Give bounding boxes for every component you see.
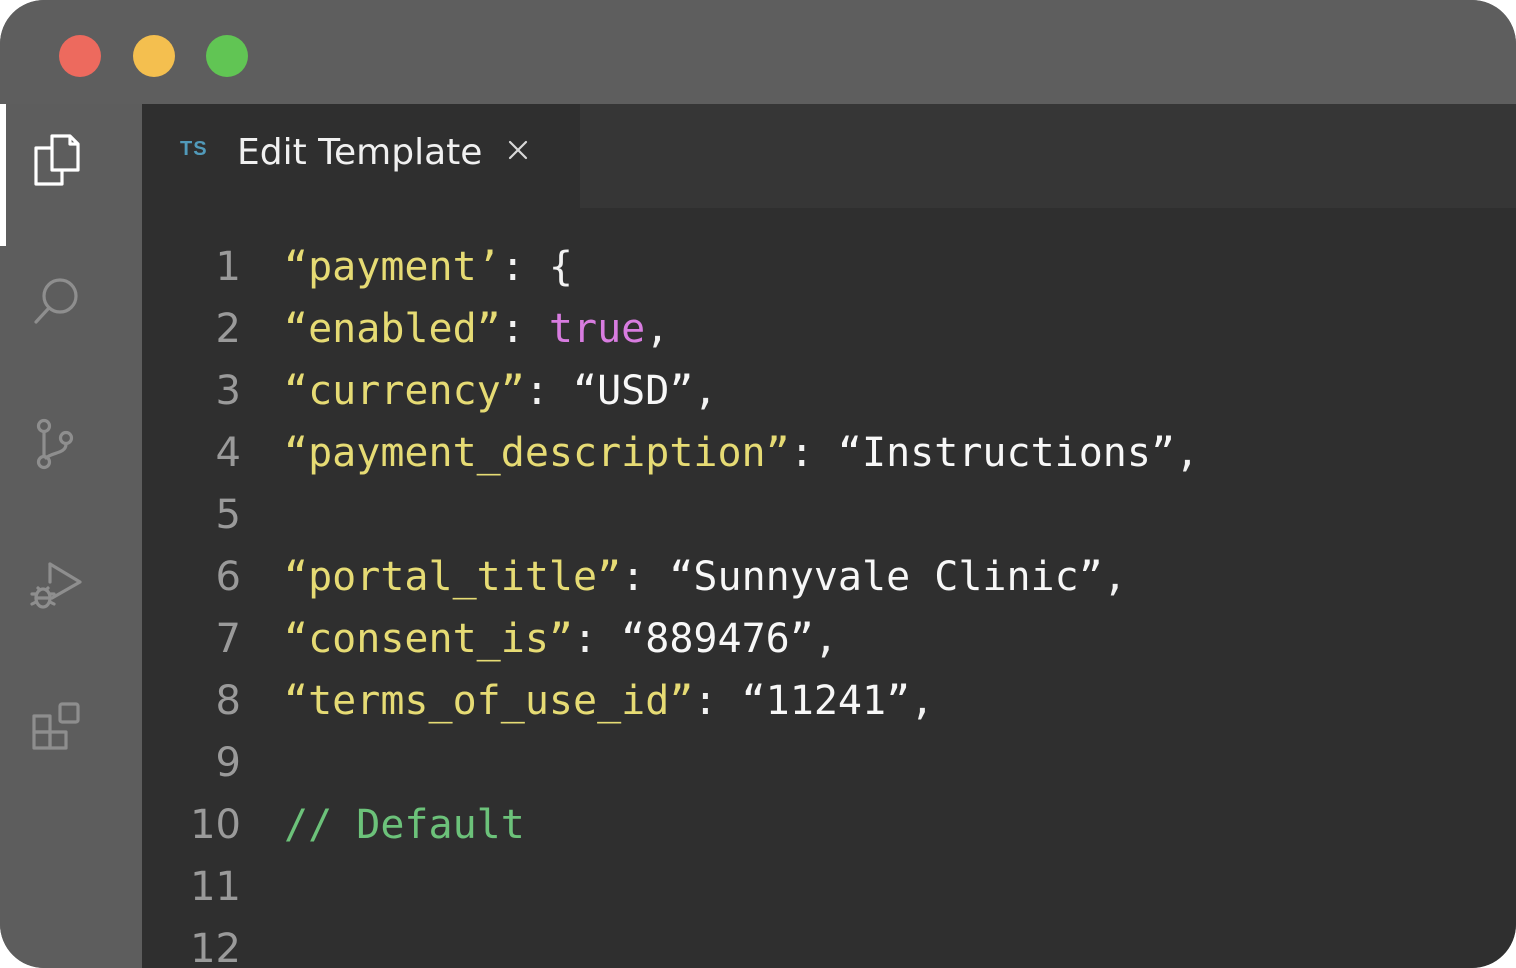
line-number: 10	[190, 802, 241, 848]
json-key: “consent_is”	[284, 616, 573, 662]
json-punct: :	[621, 554, 670, 600]
code-line: 4 “payment_description”: “Instructions”,	[142, 430, 1516, 492]
code-line: 8 “terms_of_use_id”: “11241”,	[142, 678, 1516, 740]
code-line: 10 // Default	[142, 802, 1516, 864]
files-icon[interactable]	[26, 130, 86, 190]
line-number: 9	[215, 740, 241, 786]
code-line: 7 “consent_is”: “889476”,	[142, 616, 1516, 678]
code-line: 9	[142, 740, 1516, 802]
json-punct: : {	[500, 244, 573, 290]
line-number: 6	[215, 554, 241, 600]
json-punct: :	[572, 616, 622, 662]
minimize-window-button[interactable]	[133, 35, 175, 77]
line-number: 5	[215, 492, 241, 538]
json-key: “payment_description”	[284, 430, 790, 476]
close-window-button[interactable]	[59, 35, 101, 77]
line-number: 2	[215, 306, 241, 352]
code-line: 6 “portal_title”: “Sunnyvale Clinic”,	[142, 554, 1516, 616]
json-string: “11241”	[741, 678, 911, 724]
json-punct: ,	[813, 616, 838, 662]
line-number: 8	[215, 678, 241, 724]
code-line: 3 “currency”: “USD”,	[142, 368, 1516, 430]
close-icon[interactable]	[506, 138, 530, 162]
json-punct: :	[524, 368, 573, 414]
extensions-icon[interactable]	[26, 698, 86, 758]
json-punct: :	[693, 678, 742, 724]
json-punct: :	[789, 430, 838, 476]
tab-title: Edit Template	[237, 132, 483, 173]
json-string: “889476”	[621, 616, 814, 662]
line-number: 3	[215, 368, 241, 414]
code-line: 11	[142, 864, 1516, 926]
code-line: 1 “payment’: {	[142, 244, 1516, 306]
json-key: “portal_title”	[284, 554, 622, 600]
json-string: “Sunnyvale Clinic”	[669, 554, 1103, 600]
source-control-icon[interactable]	[26, 414, 86, 474]
code-comment: // Default	[284, 802, 525, 848]
json-punct: ,	[645, 306, 670, 352]
code-line: 12	[142, 926, 1516, 968]
json-punct: ,	[910, 678, 935, 724]
json-punct: ,	[1102, 554, 1127, 600]
tab-strip: TS Edit Template	[142, 104, 1516, 208]
json-punct: :	[500, 306, 549, 352]
json-punct: ,	[693, 368, 718, 414]
tab-edit-template[interactable]: TS Edit Template	[142, 104, 580, 208]
code-line: 2 “enabled”: true,	[142, 306, 1516, 368]
active-indicator	[0, 104, 6, 246]
json-boolean: true	[548, 306, 646, 352]
search-icon[interactable]	[26, 272, 86, 332]
line-number: 1	[215, 244, 241, 290]
line-number: 12	[190, 926, 241, 968]
line-number: 7	[215, 616, 241, 662]
maximize-window-button[interactable]	[206, 35, 248, 77]
line-number: 11	[190, 864, 241, 910]
code-line: 5	[142, 492, 1516, 554]
json-key: “payment’	[284, 244, 501, 290]
json-key: “enabled”	[284, 306, 501, 352]
editor-window: TS Edit Template 1 “payment’: { 2 “enabl…	[0, 0, 1516, 968]
activity-bar	[0, 104, 142, 968]
json-punct: ,	[1175, 430, 1200, 476]
json-key: “terms_of_use_id”	[284, 678, 694, 724]
json-string: “USD”	[573, 368, 694, 414]
title-bar	[0, 0, 1516, 104]
editor-area: TS Edit Template 1 “payment’: { 2 “enabl…	[142, 104, 1516, 968]
typescript-badge: TS	[180, 138, 208, 160]
json-string: “Instructions”	[837, 430, 1176, 476]
json-key: “currency”	[284, 368, 525, 414]
run-debug-icon[interactable]	[26, 556, 86, 616]
line-number: 4	[215, 430, 241, 476]
